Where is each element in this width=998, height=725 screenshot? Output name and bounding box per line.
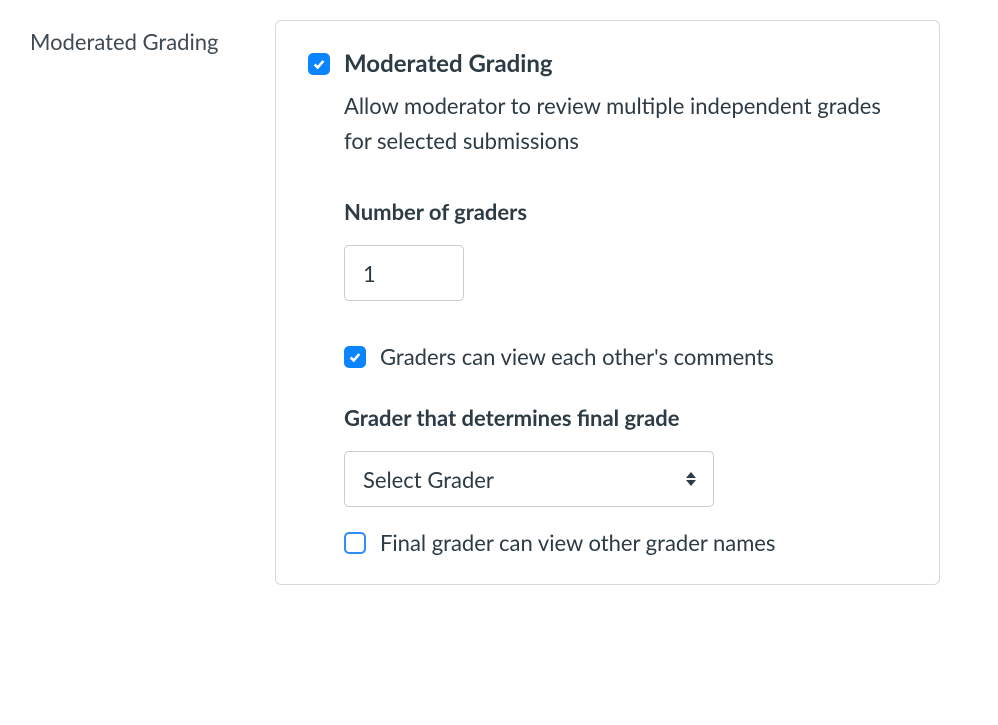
- moderated-grading-checkbox[interactable]: [308, 53, 330, 75]
- moderated-grading-description: Allow moderator to review multiple indep…: [344, 88, 907, 158]
- final-grader-section: Grader that determines final grade Selec…: [308, 404, 907, 556]
- check-icon: [312, 57, 326, 71]
- final-grader-select[interactable]: Select Grader: [344, 451, 714, 507]
- final-grader-label: Grader that determines final grade: [344, 404, 907, 431]
- graders-view-comments-checkbox[interactable]: [344, 346, 366, 368]
- graders-view-comments-option: Graders can view each other's comments: [344, 343, 907, 370]
- number-of-graders-input[interactable]: [344, 245, 464, 301]
- moderated-grading-text-block: Moderated Grading Allow moderator to rev…: [344, 49, 907, 158]
- final-grader-select-wrap: Select Grader: [344, 451, 714, 507]
- section-left-label: Moderated Grading: [30, 20, 275, 55]
- final-grader-view-names-label: Final grader can view other grader names: [380, 529, 775, 556]
- moderated-grading-option: Moderated Grading Allow moderator to rev…: [308, 49, 907, 158]
- final-grader-view-names-option: Final grader can view other grader names: [344, 529, 907, 556]
- number-of-graders-section: Number of graders: [308, 198, 907, 301]
- moderated-grading-row: Moderated Grading Moderated Grading Allo…: [30, 20, 968, 585]
- check-icon: [348, 350, 362, 364]
- graders-view-comments-label: Graders can view each other's comments: [380, 343, 774, 370]
- moderated-grading-settings-box: Moderated Grading Allow moderator to rev…: [275, 20, 940, 585]
- final-grader-view-names-checkbox[interactable]: [344, 532, 366, 554]
- number-of-graders-label: Number of graders: [344, 198, 907, 225]
- moderated-grading-title: Moderated Grading: [344, 49, 907, 78]
